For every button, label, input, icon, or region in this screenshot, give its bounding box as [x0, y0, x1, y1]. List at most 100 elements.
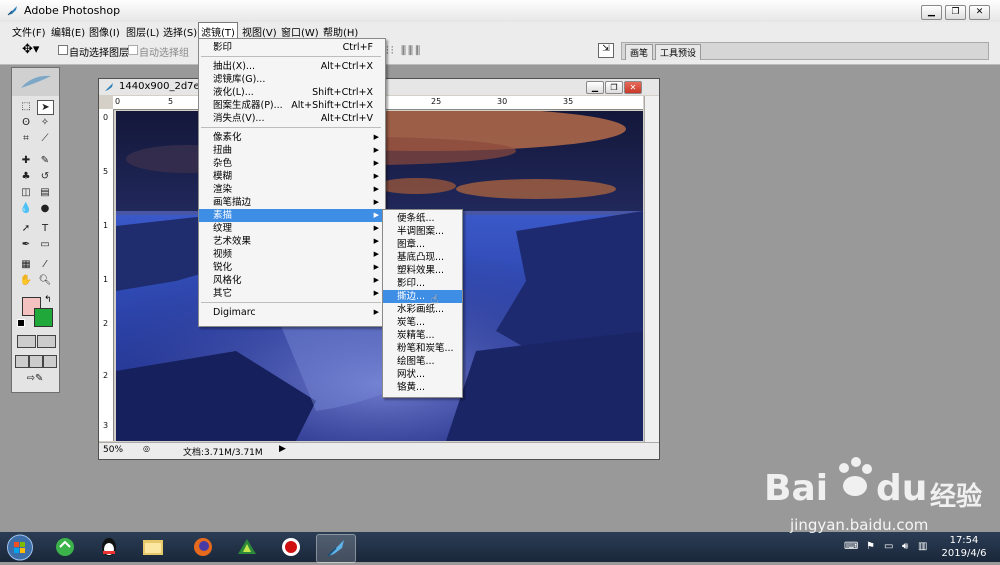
doc-minimize-button[interactable]: ▁	[586, 81, 604, 94]
sketch-submenu-item[interactable]: 图章...	[383, 238, 462, 251]
menu-layer[interactable]: 图层(L)	[126, 24, 159, 39]
sketch-submenu-item[interactable]: 塑料效果...	[383, 264, 462, 277]
tray-flag-icon[interactable]: ⚑	[866, 541, 875, 552]
sketch-submenu-item[interactable]: 绘图笔...	[383, 355, 462, 368]
start-button[interactable]	[6, 534, 34, 561]
menu-help[interactable]: 帮助(H)	[323, 24, 358, 39]
filter-menu-item[interactable]: 像素化 ▶	[199, 131, 385, 144]
filter-menu-item[interactable]: 滤镜库(G)...	[199, 73, 385, 86]
screen-mode-full-icon[interactable]	[43, 355, 57, 368]
brush-tool-icon[interactable]: ✎	[37, 154, 53, 168]
lasso-tool-icon[interactable]: ʘ	[18, 116, 34, 130]
move-tool-icon[interactable]: ✥▾	[22, 42, 39, 57]
screen-mode-full-menu-icon[interactable]	[29, 355, 43, 368]
jump-to-imageready-icon[interactable]: ⇨✎	[18, 372, 52, 386]
pen-tool-icon[interactable]: ✒	[18, 238, 34, 252]
filter-menu-item[interactable]: 影印 Ctrl+F	[199, 41, 385, 54]
sketch-submenu-item[interactable]: 影印...	[383, 277, 462, 290]
background-color-swatch[interactable]	[34, 308, 53, 327]
filter-menu-item[interactable]: Digimarc ▶	[199, 306, 385, 319]
slice-tool-icon[interactable]: ⟋	[37, 132, 53, 146]
menu-view[interactable]: 视图(V)	[242, 24, 277, 39]
align-icons[interactable]: ⫶⫶ ⫼⫼⫼	[386, 44, 422, 58]
menu-file[interactable]: 文件(F)	[12, 24, 46, 39]
filter-menu-item[interactable]: 风格化 ▶	[199, 274, 385, 287]
status-menu-arrow-icon[interactable]: ▶	[279, 444, 286, 454]
crop-tool-icon[interactable]: ⌗	[18, 132, 34, 146]
restore-button[interactable]: ❐	[945, 5, 966, 20]
palette-toggle-icon[interactable]: ⇲	[598, 43, 614, 58]
eraser-tool-icon[interactable]: ◫	[18, 186, 34, 200]
sketch-submenu-item[interactable]: 炭笔...	[383, 316, 462, 329]
status-icon[interactable]: ◎	[143, 444, 150, 453]
taskbar-media-icon[interactable]	[228, 534, 266, 561]
taskbar-photoshop-icon[interactable]	[316, 534, 356, 563]
close-button[interactable]: ✕	[969, 5, 990, 20]
minimize-button[interactable]: ▁	[921, 5, 942, 20]
magic-wand-tool-icon[interactable]: ✧	[37, 116, 53, 130]
marquee-tool-icon[interactable]: ⬚	[18, 100, 34, 114]
sketch-submenu-item[interactable]: 基底凸现...	[383, 251, 462, 264]
tray-keyboard-icon[interactable]: ⌨	[844, 541, 858, 552]
move-tool-icon[interactable]: ➤	[37, 100, 54, 115]
taskbar-firefox-icon[interactable]	[184, 534, 222, 561]
tray-network-icon[interactable]: ▥	[918, 541, 927, 552]
history-brush-tool-icon[interactable]: ↺	[37, 170, 53, 184]
filter-menu-item[interactable]: 抽出(X)... Alt+Ctrl+X	[199, 60, 385, 73]
taskbar-qq-icon[interactable]	[90, 534, 128, 561]
doc-restore-button[interactable]: ❐	[605, 81, 623, 94]
filter-menu-item[interactable]: 渲染 ▶	[199, 183, 385, 196]
swap-colors-icon[interactable]: ↰	[44, 295, 52, 305]
vertical-scrollbar[interactable]	[644, 96, 659, 443]
tray-volume-icon[interactable]: 🔊︎	[902, 541, 908, 552]
sketch-submenu-item[interactable]: 铬黄...	[383, 381, 462, 394]
system-clock[interactable]: 17:54 2019/4/6	[934, 534, 994, 560]
tab-brushes[interactable]: 画笔	[625, 44, 654, 60]
default-colors-icon[interactable]	[17, 319, 25, 327]
tab-tool-presets[interactable]: 工具预设	[655, 44, 702, 60]
filter-menu-item[interactable]: 视频 ▶	[199, 248, 385, 261]
menu-edit[interactable]: 编辑(E)	[51, 24, 85, 39]
sketch-submenu-item[interactable]: 水彩画纸...	[383, 303, 462, 316]
menu-image[interactable]: 图像(I)	[89, 24, 120, 39]
quick-mask-mode-icon[interactable]	[37, 335, 56, 348]
zoom-level[interactable]: 50%	[103, 445, 123, 455]
hand-tool-icon[interactable]: ✋	[18, 274, 34, 288]
sketch-submenu-item[interactable]: 便条纸...	[383, 212, 462, 225]
screen-mode-standard-icon[interactable]	[15, 355, 29, 368]
zoom-tool-icon[interactable]: 🔍︎	[37, 274, 53, 288]
menu-window[interactable]: 窗口(W)	[281, 24, 319, 39]
filter-menu-item[interactable]: 扭曲 ▶	[199, 144, 385, 157]
filter-menu-item[interactable]: 画笔描边 ▶	[199, 196, 385, 209]
filter-menu-item[interactable]: 消失点(V)... Alt+Ctrl+V	[199, 112, 385, 125]
eyedropper-tool-icon[interactable]: ⁄	[37, 258, 53, 272]
tray-device-icon[interactable]: ▭	[884, 541, 893, 552]
clone-stamp-tool-icon[interactable]: ♣	[18, 170, 34, 184]
taskbar-explorer-icon[interactable]	[134, 534, 172, 561]
sketch-submenu-item[interactable]: 粉笔和炭笔...	[383, 342, 462, 355]
filter-menu-item[interactable]: 模糊 ▶	[199, 170, 385, 183]
doc-close-button[interactable]: ✕	[624, 81, 642, 94]
auto-select-group-checkbox[interactable]	[128, 45, 138, 55]
sketch-submenu-item[interactable]: 撕边...	[383, 290, 462, 303]
filter-menu-item[interactable]: 液化(L)... Shift+Ctrl+X	[199, 86, 385, 99]
path-selection-tool-icon[interactable]: ➚	[18, 222, 34, 236]
taskbar-recorder-icon[interactable]	[272, 534, 310, 561]
filter-menu-item[interactable]: 锐化 ▶	[199, 261, 385, 274]
filter-menu-item[interactable]: 杂色 ▶	[199, 157, 385, 170]
healing-brush-tool-icon[interactable]: ✚	[18, 154, 34, 168]
menu-select[interactable]: 选择(S)	[163, 24, 197, 39]
shape-tool-icon[interactable]: ▭	[37, 238, 53, 252]
gradient-tool-icon[interactable]: ▤	[37, 186, 53, 200]
type-tool-icon[interactable]: T	[37, 222, 53, 236]
filter-menu-item[interactable]: 艺术效果 ▶	[199, 235, 385, 248]
notes-tool-icon[interactable]: ▦	[18, 258, 34, 272]
filter-menu-item[interactable]: 素描 ▶	[199, 209, 385, 222]
sketch-submenu-item[interactable]: 炭精笔...	[383, 329, 462, 342]
taskbar-app-green[interactable]	[46, 534, 84, 561]
blur-tool-icon[interactable]: 💧	[18, 202, 34, 216]
sketch-submenu-item[interactable]: 半调图案...	[383, 225, 462, 238]
sketch-submenu-item[interactable]: 网状...	[383, 368, 462, 381]
dodge-tool-icon[interactable]: ●	[37, 202, 53, 216]
filter-menu-item[interactable]: 图案生成器(P)... Alt+Shift+Ctrl+X	[199, 99, 385, 112]
